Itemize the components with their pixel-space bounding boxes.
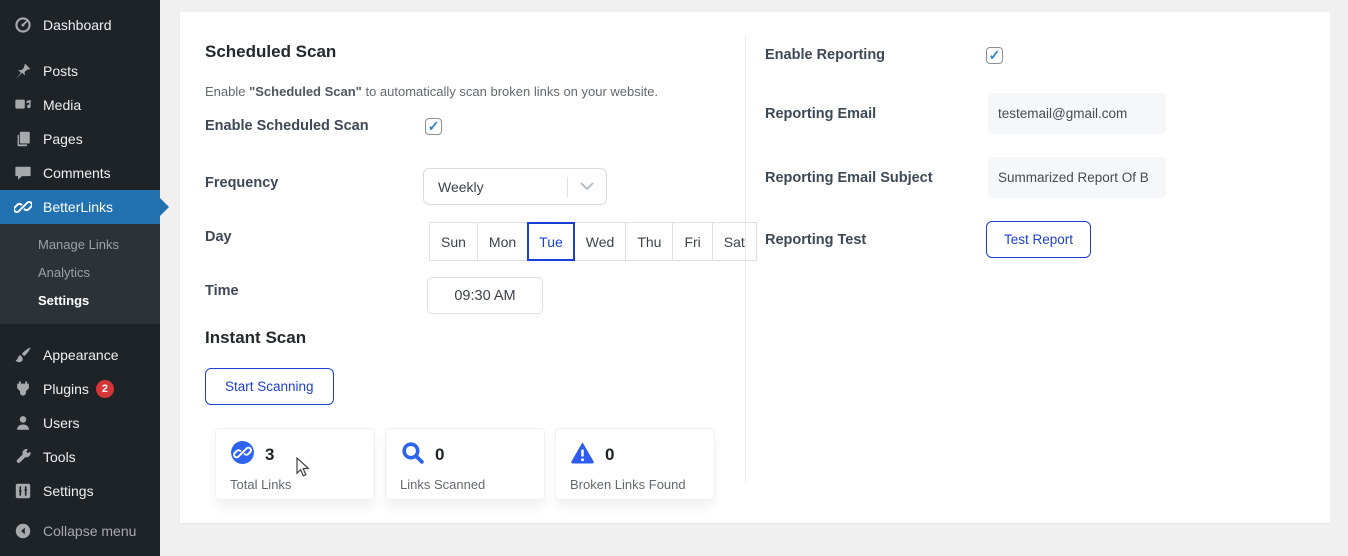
sidebar-item-media[interactable]: Media xyxy=(0,88,160,122)
sidebar-item-pages[interactable]: Pages xyxy=(0,122,160,156)
settings-panel: Scheduled Scan Enable "Scheduled Scan" t… xyxy=(180,12,1330,523)
dashboard-icon xyxy=(13,15,33,35)
day-option-tue[interactable]: Tue xyxy=(527,222,575,261)
scheduled-scan-description: Enable "Scheduled Scan" to automatically… xyxy=(205,84,658,99)
scan-stats-cards: 3 Total Links 0 Links Scanned 0 Broken L… xyxy=(215,428,715,500)
time-input[interactable]: 09:30 AM xyxy=(427,277,543,314)
total-links-label: Total Links xyxy=(230,477,360,492)
sidebar-item-posts[interactable]: Posts xyxy=(0,54,160,88)
link-icon xyxy=(230,440,255,470)
sidebar-item-label: Users xyxy=(43,415,80,431)
submenu-item-manage-links[interactable]: Manage Links xyxy=(0,231,160,259)
instant-scan-title: Instant Scan xyxy=(205,328,306,348)
search-icon xyxy=(400,440,425,470)
start-scanning-button[interactable]: Start Scanning xyxy=(205,368,334,405)
sidebar-item-label: Media xyxy=(43,97,81,113)
day-option-thu[interactable]: Thu xyxy=(625,222,673,261)
column-divider xyxy=(745,35,746,482)
collapse-icon xyxy=(13,521,33,541)
sidebar-item-dashboard[interactable]: Dashboard xyxy=(0,8,160,42)
day-picker: Sun Mon Tue Wed Thu Fri Sat xyxy=(429,222,757,261)
active-menu-arrow-icon xyxy=(160,198,169,216)
checkmark-icon: ✓ xyxy=(428,119,440,133)
admin-sidebar: Dashboard Posts Media Pages Comments Bet… xyxy=(0,0,160,556)
frequency-select[interactable]: Weekly xyxy=(423,168,607,205)
total-links-value: 3 xyxy=(265,445,274,465)
sidebar-item-settings[interactable]: Settings xyxy=(0,474,160,508)
enable-scheduled-scan-label: Enable Scheduled Scan xyxy=(205,118,369,134)
broken-links-label: Broken Links Found xyxy=(570,477,700,492)
chevron-down-icon xyxy=(568,182,606,191)
sidebar-item-label: BetterLinks xyxy=(43,199,113,215)
menu-separator xyxy=(0,42,160,54)
sliders-icon xyxy=(13,481,33,501)
links-scanned-label: Links Scanned xyxy=(400,477,530,492)
time-label: Time xyxy=(205,283,239,299)
warning-icon xyxy=(570,440,595,470)
pushpin-icon xyxy=(13,61,33,81)
submenu-item-analytics[interactable]: Analytics xyxy=(0,259,160,287)
sidebar-item-label: Posts xyxy=(43,63,78,79)
scheduled-scan-title: Scheduled Scan xyxy=(205,42,336,62)
checkmark-icon: ✓ xyxy=(989,48,1001,62)
submenu-item-settings[interactable]: Settings xyxy=(0,287,160,315)
total-links-card: 3 Total Links xyxy=(215,428,375,500)
links-scanned-card: 0 Links Scanned xyxy=(385,428,545,500)
menu-separator xyxy=(0,324,160,338)
reporting-test-label: Reporting Test xyxy=(765,232,866,248)
sidebar-item-label: Plugins xyxy=(43,381,89,397)
sidebar-item-label: Comments xyxy=(43,165,111,181)
sidebar-item-label: Appearance xyxy=(43,347,119,363)
betterlinks-submenu: Manage Links Analytics Settings xyxy=(0,224,160,324)
day-option-sun[interactable]: Sun xyxy=(429,222,478,261)
sidebar-item-label: Pages xyxy=(43,131,83,147)
sidebar-item-label: Settings xyxy=(43,483,94,499)
day-option-sat[interactable]: Sat xyxy=(712,222,757,261)
reporting-email-subject-label: Reporting Email Subject xyxy=(765,170,933,186)
description-prefix: Enable xyxy=(205,84,249,99)
broken-links-value: 0 xyxy=(605,445,614,465)
plugins-update-badge: 2 xyxy=(96,380,114,398)
day-option-mon[interactable]: Mon xyxy=(477,222,528,261)
sidebar-item-label: Dashboard xyxy=(43,17,112,33)
sidebar-item-label: Tools xyxy=(43,449,76,465)
sidebar-item-label: Collapse menu xyxy=(43,523,136,539)
frequency-label: Frequency xyxy=(205,175,278,191)
pages-icon xyxy=(13,129,33,149)
sidebar-item-appearance[interactable]: Appearance xyxy=(0,338,160,372)
sidebar-item-plugins[interactable]: Plugins 2 xyxy=(0,372,160,406)
media-icon xyxy=(13,95,33,115)
description-suffix: to automatically scan broken links on yo… xyxy=(362,84,658,99)
user-icon xyxy=(13,413,33,433)
wrench-icon xyxy=(13,447,33,467)
day-option-wed[interactable]: Wed xyxy=(574,222,627,261)
day-option-fri[interactable]: Fri xyxy=(672,222,712,261)
sidebar-item-betterlinks[interactable]: BetterLinks xyxy=(0,190,160,224)
reporting-email-subject-input[interactable] xyxy=(988,157,1166,198)
brush-icon xyxy=(13,345,33,365)
enable-scheduled-scan-checkbox[interactable]: ✓ xyxy=(425,118,442,135)
plug-icon xyxy=(13,379,33,399)
reporting-email-label: Reporting Email xyxy=(765,106,876,122)
enable-reporting-label: Enable Reporting xyxy=(765,47,885,63)
day-label: Day xyxy=(205,229,232,245)
broken-links-card: 0 Broken Links Found xyxy=(555,428,715,500)
chain-link-icon xyxy=(13,197,33,217)
frequency-value: Weekly xyxy=(424,179,567,195)
links-scanned-value: 0 xyxy=(435,445,444,465)
enable-reporting-checkbox[interactable]: ✓ xyxy=(986,47,1003,64)
comment-icon xyxy=(13,163,33,183)
sidebar-item-users[interactable]: Users xyxy=(0,406,160,440)
test-report-button[interactable]: Test Report xyxy=(986,221,1091,258)
collapse-menu-button[interactable]: Collapse menu xyxy=(0,514,160,548)
sidebar-item-comments[interactable]: Comments xyxy=(0,156,160,190)
sidebar-item-tools[interactable]: Tools xyxy=(0,440,160,474)
description-bold: "Scheduled Scan" xyxy=(249,84,362,99)
reporting-email-input[interactable] xyxy=(988,93,1166,134)
